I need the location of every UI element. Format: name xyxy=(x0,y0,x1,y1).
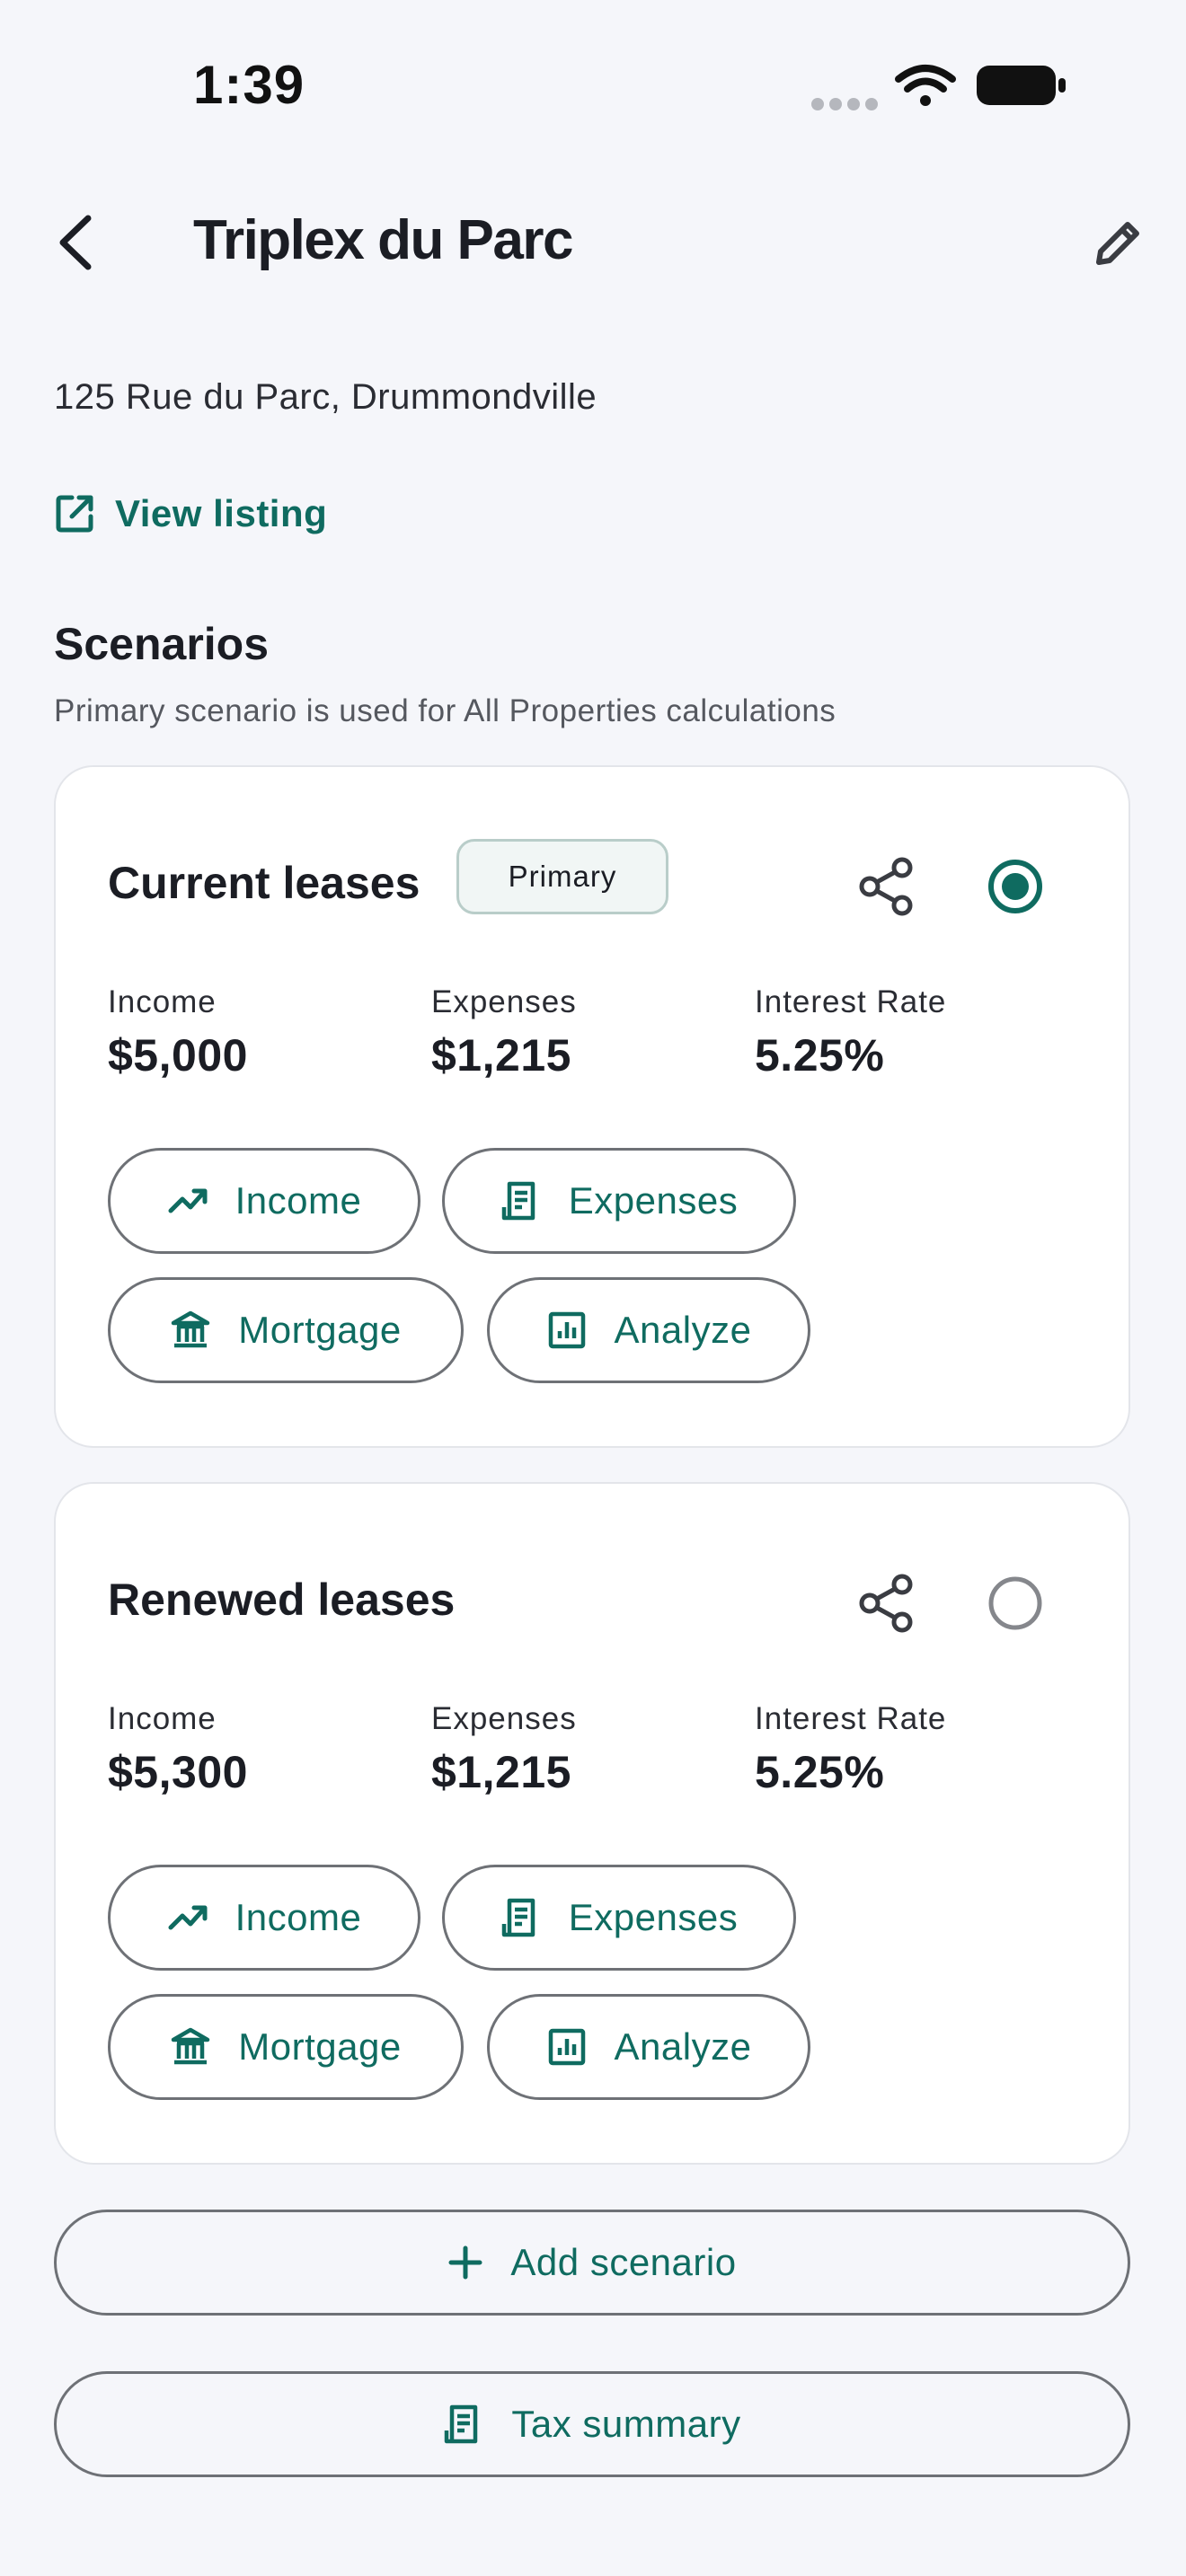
add-scenario-label: Add scenario xyxy=(510,2241,737,2283)
primary-radio-selected[interactable] xyxy=(987,858,1044,915)
bank-icon xyxy=(172,2027,210,2065)
pencil-icon xyxy=(1096,222,1139,265)
signal-dots-icon xyxy=(811,98,878,110)
receipt-icon xyxy=(445,2404,478,2444)
scenario-card[interactable]: Current leases Primary Income $5,000 Exp… xyxy=(54,765,1130,1448)
share-button[interactable] xyxy=(855,1572,918,1635)
primary-badge: Primary xyxy=(456,839,668,914)
mortgage-button-label: Mortgage xyxy=(238,2025,402,2068)
income-button-label: Income xyxy=(235,1179,362,1222)
scenario-card[interactable]: Renewed leases Income $5,300 Expenses $1… xyxy=(54,1482,1130,2165)
metric-label-expenses: Expenses xyxy=(431,984,577,1019)
receipt-icon xyxy=(501,1898,535,1937)
radio-selected-icon xyxy=(988,860,1042,913)
primary-radio-unselected[interactable] xyxy=(987,1575,1044,1632)
scenarios-subtitle: Primary scenario is used for All Propert… xyxy=(54,693,836,728)
metric-value-expenses: $1,215 xyxy=(431,1030,571,1081)
back-button[interactable] xyxy=(54,211,99,274)
trending-up-icon xyxy=(168,1905,208,1930)
plus-icon xyxy=(448,2245,482,2280)
expenses-button-label: Expenses xyxy=(568,1896,739,1938)
income-button[interactable]: Income xyxy=(108,1865,420,1971)
tax-summary-label: Tax summary xyxy=(511,2403,741,2445)
share-icon xyxy=(859,857,913,916)
metric-value-income: $5,300 xyxy=(108,1747,248,1797)
expenses-button[interactable]: Expenses xyxy=(442,1865,796,1971)
share-button[interactable] xyxy=(855,855,918,918)
metric-value-interest-rate: 5.25% xyxy=(755,1030,885,1081)
share-icon xyxy=(859,1574,913,1633)
bar-chart-icon xyxy=(548,2028,585,2066)
bar-chart-icon xyxy=(548,1311,585,1349)
mortgage-button[interactable]: Mortgage xyxy=(108,1994,464,2100)
battery-icon xyxy=(977,66,1066,105)
view-listing-link[interactable]: View listing xyxy=(54,492,327,535)
analyze-button[interactable]: Analyze xyxy=(487,1277,810,1383)
trending-up-icon xyxy=(168,1188,208,1213)
tax-summary-button[interactable]: Tax summary xyxy=(54,2371,1130,2477)
mortgage-button-label: Mortgage xyxy=(238,1309,402,1351)
income-button[interactable]: Income xyxy=(108,1148,420,1254)
metric-value-income: $5,000 xyxy=(108,1030,248,1081)
scenario-name: Renewed leases xyxy=(108,1575,456,1625)
expenses-button-label: Expenses xyxy=(568,1179,739,1222)
scenarios-heading: Scenarios xyxy=(54,619,270,669)
wifi-icon xyxy=(895,65,956,106)
property-address: 125 Rue du Parc, Drummondville xyxy=(54,377,597,417)
metric-value-interest-rate: 5.25% xyxy=(755,1747,885,1797)
income-button-label: Income xyxy=(235,1896,362,1938)
radio-unselected-icon xyxy=(988,1576,1042,1630)
analyze-button[interactable]: Analyze xyxy=(487,1994,810,2100)
analyze-button-label: Analyze xyxy=(614,1309,752,1351)
metric-label-expenses: Expenses xyxy=(431,1701,577,1736)
receipt-icon xyxy=(501,1181,535,1221)
page-title: Triplex du Parc xyxy=(193,209,574,271)
metric-label-interest-rate: Interest Rate xyxy=(755,1701,947,1736)
mortgage-button[interactable]: Mortgage xyxy=(108,1277,464,1383)
scenario-name: Current leases xyxy=(108,858,420,908)
expenses-button[interactable]: Expenses xyxy=(442,1148,796,1254)
analyze-button-label: Analyze xyxy=(614,2025,752,2068)
add-scenario-button[interactable]: Add scenario xyxy=(54,2210,1130,2316)
view-listing-label: View listing xyxy=(115,492,328,534)
status-icons xyxy=(809,59,1069,113)
metric-value-expenses: $1,215 xyxy=(431,1747,571,1797)
metric-label-interest-rate: Interest Rate xyxy=(755,984,947,1019)
metric-label-income: Income xyxy=(108,1701,217,1736)
chevron-left-icon xyxy=(59,215,92,270)
edit-button[interactable] xyxy=(1092,216,1146,269)
bank-icon xyxy=(172,1310,210,1348)
metric-label-income: Income xyxy=(108,984,217,1019)
status-time: 1:39 xyxy=(193,55,305,115)
open-external-icon xyxy=(56,495,93,533)
